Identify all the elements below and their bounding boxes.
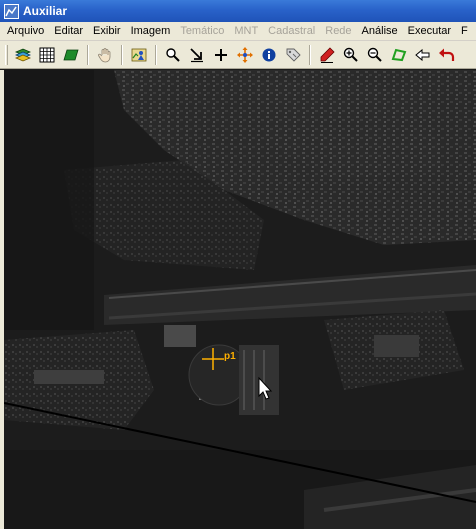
zoom-pointer-button[interactable] <box>161 44 184 66</box>
toolbar <box>0 41 476 69</box>
toolbar-separator <box>121 44 123 65</box>
tag-icon <box>286 48 301 62</box>
arrow-down-right-button[interactable] <box>185 44 208 66</box>
move-icon <box>236 46 253 63</box>
toolbar-separator <box>309 44 311 65</box>
plane-button[interactable] <box>59 44 82 66</box>
zoom-out-button[interactable] <box>363 44 386 66</box>
layers-button[interactable] <box>11 44 34 66</box>
menu-imagem[interactable]: Imagem <box>126 22 176 40</box>
hand-button[interactable] <box>93 44 116 66</box>
menu-exibir[interactable]: Exibir <box>88 22 126 40</box>
menu-arquivo[interactable]: Arquivo <box>2 22 49 40</box>
layers-icon <box>14 48 31 61</box>
back-arrow-icon <box>414 48 429 61</box>
tag-button[interactable] <box>281 44 304 66</box>
move-button[interactable] <box>233 44 256 66</box>
window-title: Auxiliar <box>23 4 68 18</box>
title-bar: Auxiliar <box>0 0 476 22</box>
zoom-pointer-icon <box>165 47 180 62</box>
back-arrow-button[interactable] <box>411 44 434 66</box>
info-icon <box>262 48 275 61</box>
polygon-icon <box>391 48 406 61</box>
toolbar-separator <box>87 44 89 65</box>
arrow-down-right-icon <box>189 47 203 62</box>
toolbar-grip[interactable] <box>5 44 8 65</box>
cross-button[interactable] <box>209 44 232 66</box>
menu-tematico[interactable]: Temático <box>175 22 229 40</box>
point-label: p1 <box>224 351 236 362</box>
toolbar-separator <box>155 44 157 65</box>
map-person-button[interactable] <box>127 44 150 66</box>
map-canvas[interactable]: p1 <box>4 70 476 529</box>
satellite-image <box>4 70 476 529</box>
plane-icon <box>62 49 79 60</box>
menu-f[interactable]: F <box>456 22 473 40</box>
menu-mnt[interactable]: MNT <box>229 22 263 40</box>
info-button[interactable] <box>257 44 280 66</box>
undo-button[interactable] <box>435 44 458 66</box>
app-icon <box>4 3 19 19</box>
menu-executar[interactable]: Executar <box>403 22 456 40</box>
pencil-icon <box>320 46 335 63</box>
menu-rede[interactable]: Rede <box>320 22 356 40</box>
zoom-in-button[interactable] <box>339 44 362 66</box>
undo-icon <box>438 48 454 61</box>
polygon-button[interactable] <box>387 44 410 66</box>
grid-icon <box>39 47 54 62</box>
zoom-out-icon <box>367 47 382 62</box>
zoom-in-icon <box>343 47 358 62</box>
cross-icon <box>214 48 227 61</box>
menu-editar[interactable]: Editar <box>49 22 88 40</box>
menu-bar: Arquivo Editar Exibir Imagem Temático MN… <box>0 22 476 41</box>
hand-icon <box>97 47 110 62</box>
pencil-button[interactable] <box>315 44 338 66</box>
grid-button[interactable] <box>35 44 58 66</box>
menu-analise[interactable]: Análise <box>357 22 403 40</box>
menu-cadastral[interactable]: Cadastral <box>263 22 320 40</box>
map-person-icon <box>131 48 146 61</box>
